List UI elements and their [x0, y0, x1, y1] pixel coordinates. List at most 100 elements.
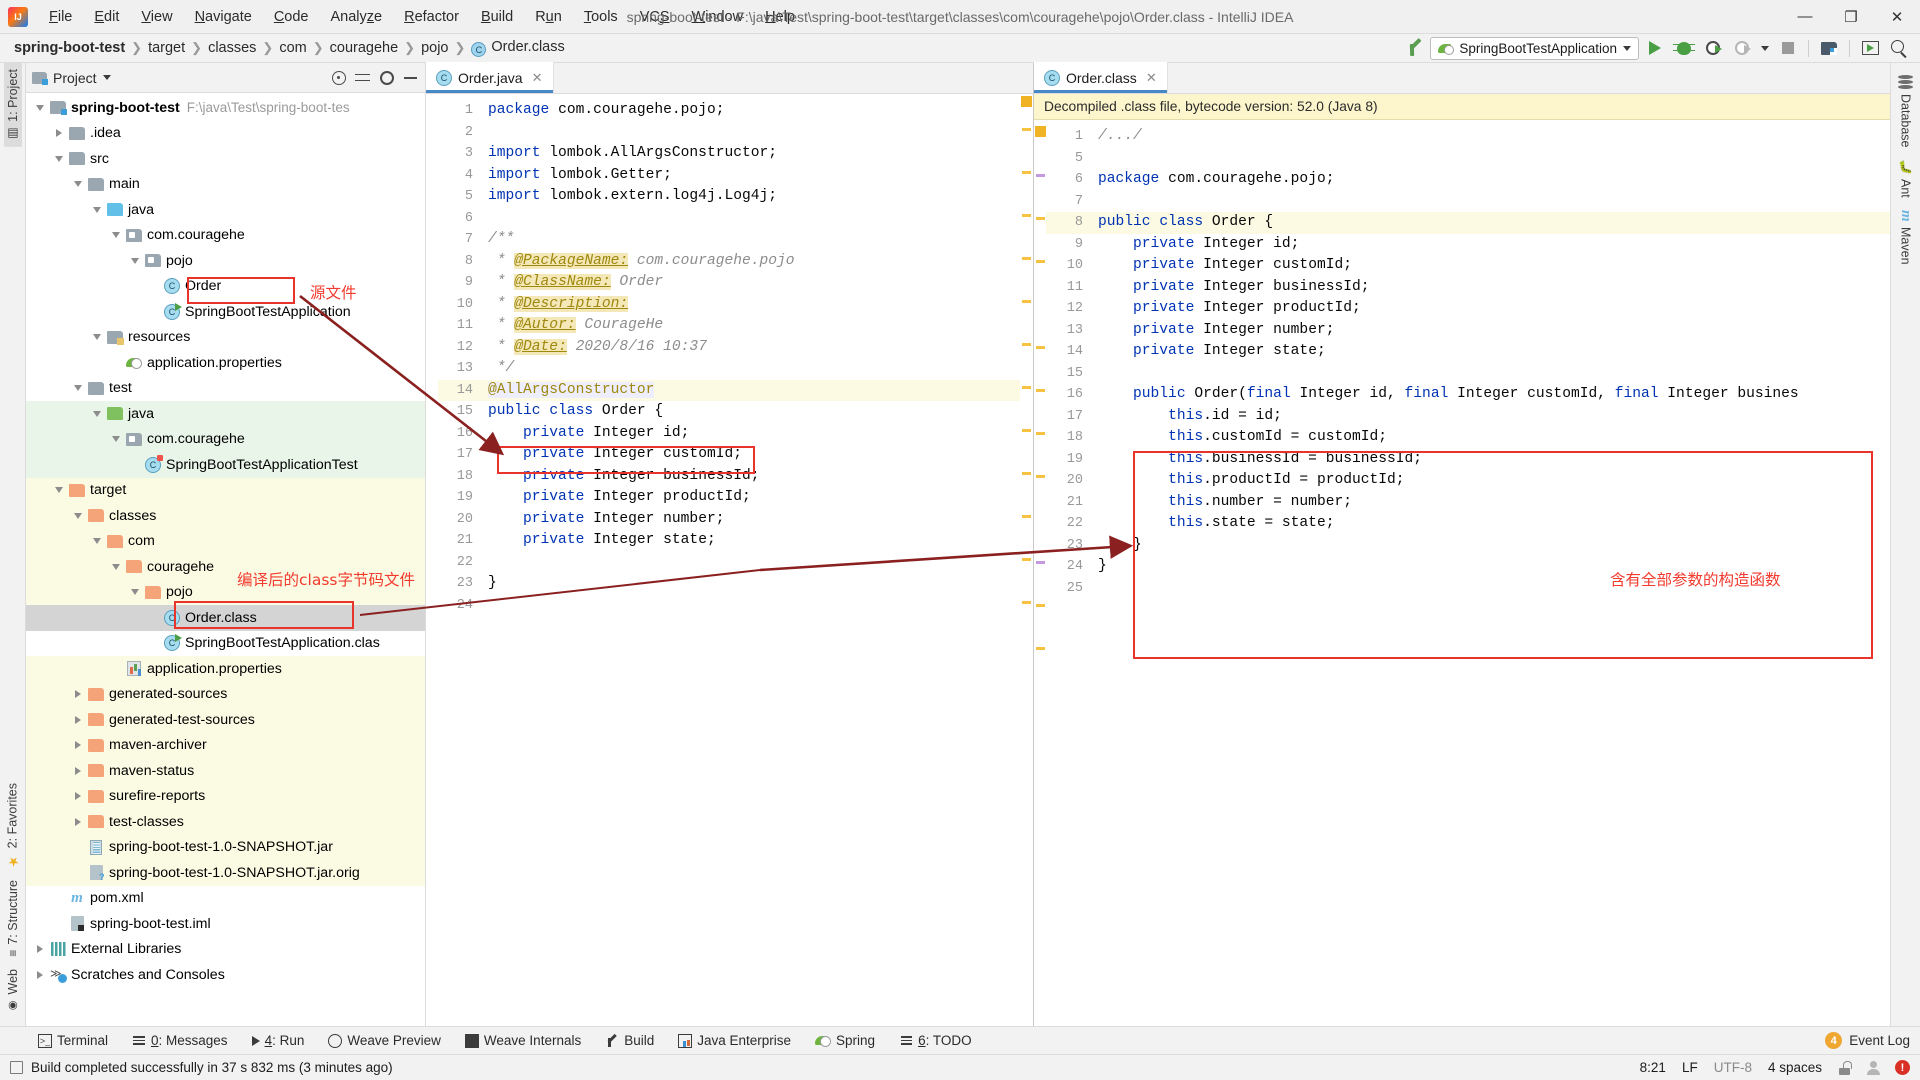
chevron-down-icon[interactable]: [108, 232, 124, 239]
file-encoding[interactable]: UTF-8: [1714, 1060, 1752, 1075]
chevron-down-icon[interactable]: [70, 512, 86, 519]
code-line[interactable]: package com.couragehe.pojo;: [1092, 169, 1890, 191]
code-line[interactable]: public class Order {: [482, 401, 1033, 423]
code-line[interactable]: [1092, 578, 1890, 600]
sidebar-item-favorites[interactable]: ★ 2: Favorites: [3, 777, 22, 874]
code-line[interactable]: this.productId = productId;: [1092, 470, 1890, 492]
tree-item-springboottestapplicationtest[interactable]: C SpringBootTestApplicationTest: [26, 452, 425, 478]
change-marker-stripe-left[interactable]: [1020, 94, 1033, 1026]
close-icon[interactable]: ✕: [1146, 70, 1157, 86]
tree-item-src[interactable]: src: [26, 146, 425, 172]
tool-window-java-enterprise[interactable]: Java Enterprise: [674, 1031, 795, 1050]
code-line[interactable]: * @Description:: [482, 294, 1033, 316]
menu-vcs[interactable]: VCS: [629, 5, 681, 29]
tool-window-4-run[interactable]: 4: Run: [248, 1031, 309, 1050]
menu-refactor[interactable]: Refactor: [393, 5, 470, 29]
chevron-down-icon[interactable]: [51, 155, 67, 162]
chevron-right-icon[interactable]: [70, 792, 86, 801]
run-with-coverage-button[interactable]: [1700, 37, 1726, 60]
tree-item-java[interactable]: java: [26, 401, 425, 427]
tree-item-external-libraries[interactable]: External Libraries: [26, 937, 425, 963]
code-line[interactable]: private Integer customId;: [1092, 255, 1890, 277]
code-line[interactable]: package com.couragehe.pojo;: [482, 100, 1033, 122]
code-area-right[interactable]: 1 5 6 7 8 9 10 11 12 13 14 15 16 17 18 19 20 21 22 23 24 25 /…: [1034, 120, 1890, 1026]
tree-item-spring-boot-test[interactable]: spring-boot-test F:\java\Test\spring-boot…: [26, 95, 425, 121]
code-line[interactable]: public Order(final Integer id, final Int…: [1092, 384, 1890, 406]
tree-item-surefire-reports[interactable]: surefire-reports: [26, 783, 425, 809]
code-line[interactable]: this.customId = customId;: [1092, 427, 1890, 449]
indent-setting[interactable]: 4 spaces: [1768, 1060, 1822, 1075]
sidebar-item-maven[interactable]: m Maven: [1895, 204, 1916, 270]
chevron-down-icon[interactable]: [108, 436, 124, 443]
search-icon[interactable]: [1886, 37, 1912, 60]
tool-window-build[interactable]: Build: [601, 1031, 658, 1050]
tree-item-spring-boot-test-1-0-snapshot-jar[interactable]: spring-boot-test-1.0-SNAPSHOT.jar: [26, 834, 425, 860]
breadcrumb-item-target[interactable]: target: [144, 39, 189, 57]
code-line[interactable]: private Integer state;: [1092, 341, 1890, 363]
menu-code[interactable]: Code: [263, 5, 320, 29]
code-line[interactable]: private Integer businessId;: [482, 466, 1033, 488]
project-view-chevron-icon[interactable]: [102, 75, 111, 80]
preview-button[interactable]: [1857, 37, 1883, 60]
tree-item-scratches-and-consoles[interactable]: ≫ Scratches and Consoles: [26, 962, 425, 988]
chevron-right-icon[interactable]: [70, 766, 86, 775]
menu-tools[interactable]: Tools: [573, 5, 629, 29]
tree-item-com-couragehe[interactable]: com.couragehe: [26, 426, 425, 452]
debug-button[interactable]: [1671, 37, 1697, 60]
chevron-right-icon[interactable]: [51, 129, 67, 138]
hide-panel-icon[interactable]: [402, 69, 419, 86]
tree-item-generated-test-sources[interactable]: generated-test-sources: [26, 707, 425, 733]
profile-button[interactable]: [1729, 37, 1755, 60]
code-line[interactable]: /.../: [1092, 126, 1890, 148]
chevron-down-icon[interactable]: [70, 385, 86, 392]
code-line[interactable]: }: [1092, 556, 1890, 578]
menu-analyze[interactable]: Analyze: [320, 5, 394, 29]
breadcrumb-item-order-class[interactable]: C Order.class: [467, 38, 568, 59]
code-content-left[interactable]: package com.couragehe.pojo; import lombok…: [482, 94, 1033, 1026]
code-line[interactable]: [482, 552, 1033, 574]
code-line[interactable]: public class Order {: [1092, 212, 1890, 234]
chevron-down-icon[interactable]: [89, 334, 105, 341]
caret-position[interactable]: 8:21: [1640, 1060, 1666, 1075]
code-line[interactable]: this.state = state;: [1092, 513, 1890, 535]
tree-item-java[interactable]: java: [26, 197, 425, 223]
breadcrumb-item-spring-boot-test[interactable]: spring-boot-test: [10, 39, 129, 57]
tool-window-spring[interactable]: Spring: [811, 1031, 879, 1050]
run-button[interactable]: [1642, 37, 1668, 60]
chevron-down-icon[interactable]: [51, 487, 67, 494]
tree-item--idea[interactable]: .idea: [26, 121, 425, 147]
tree-item-com[interactable]: com: [26, 528, 425, 554]
event-log-label[interactable]: Event Log: [1849, 1033, 1910, 1048]
code-line[interactable]: private Integer state;: [482, 530, 1033, 552]
chevron-right-icon[interactable]: [70, 741, 86, 750]
chevron-down-icon[interactable]: [127, 257, 143, 264]
tree-item-test[interactable]: test: [26, 376, 425, 402]
tree-item-pom-xml[interactable]: m pom.xml: [26, 886, 425, 912]
code-line[interactable]: /**: [482, 229, 1033, 251]
code-line[interactable]: private Integer number;: [1092, 320, 1890, 342]
code-line[interactable]: [1092, 191, 1890, 213]
chevron-down-icon[interactable]: [89, 410, 105, 417]
code-line[interactable]: * @PackageName: com.couragehe.pojo: [482, 251, 1033, 273]
code-line[interactable]: */: [482, 358, 1033, 380]
menu-file[interactable]: File: [38, 5, 83, 29]
tree-item-maven-status[interactable]: maven-status: [26, 758, 425, 784]
menu-view[interactable]: View: [130, 5, 183, 29]
tree-item-target[interactable]: target: [26, 477, 425, 503]
code-line[interactable]: private Integer id;: [482, 423, 1033, 445]
tree-item-pojo[interactable]: pojo: [26, 248, 425, 274]
code-line[interactable]: }: [482, 573, 1033, 595]
code-line[interactable]: }: [1092, 535, 1890, 557]
person-icon[interactable]: [1867, 1060, 1880, 1075]
code-line[interactable]: @AllArgsConstructor: [482, 379, 1033, 401]
chevron-down-icon[interactable]: [89, 206, 105, 213]
collapse-all-icon[interactable]: [354, 69, 371, 86]
tool-window-6-todo[interactable]: 6: TODO: [895, 1031, 976, 1050]
menu-window[interactable]: Window: [681, 5, 755, 29]
tree-item-classes[interactable]: classes: [26, 503, 425, 529]
tree-item-main[interactable]: main: [26, 172, 425, 198]
breadcrumb-item-pojo[interactable]: pojo: [417, 39, 452, 57]
menu-help[interactable]: Help: [754, 5, 806, 29]
code-line[interactable]: import lombok.Getter;: [482, 165, 1033, 187]
chevron-right-icon[interactable]: [32, 970, 48, 979]
